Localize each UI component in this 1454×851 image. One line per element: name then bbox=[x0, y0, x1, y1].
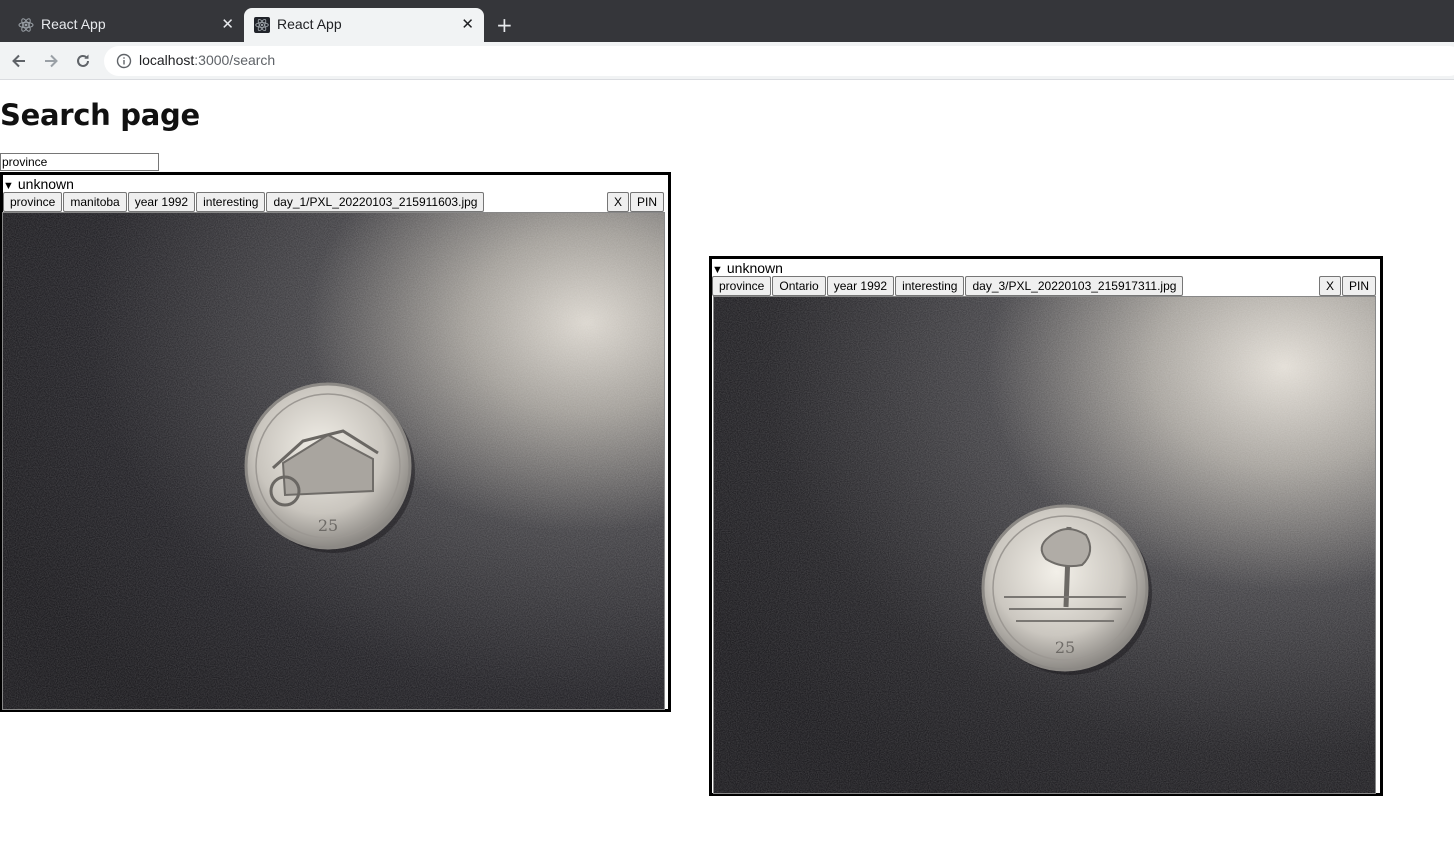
react-icon bbox=[254, 17, 270, 33]
tag-button[interactable]: interesting bbox=[196, 192, 266, 212]
result-card: ▼ unknown province manitoba year 1992 int… bbox=[0, 172, 671, 712]
address-bar[interactable]: localhost:3000/search bbox=[104, 46, 1454, 76]
card-summary-toggle[interactable]: ▼ unknown bbox=[712, 260, 783, 276]
svg-text:25: 25 bbox=[318, 516, 338, 535]
coin-photo: 25 bbox=[713, 296, 1376, 794]
disclosure-triangle-icon: ▼ bbox=[3, 180, 14, 192]
new-tab-icon[interactable]: + bbox=[496, 14, 513, 36]
url-host: localhost bbox=[139, 52, 195, 68]
browser-toolbar: localhost:3000/search bbox=[0, 42, 1454, 80]
pin-button[interactable]: PIN bbox=[1341, 276, 1376, 296]
page-title: Search page bbox=[0, 98, 200, 132]
close-tab-icon[interactable]: ✕ bbox=[461, 15, 474, 33]
tag-button[interactable]: manitoba bbox=[63, 192, 127, 212]
tag-button[interactable]: Ontario bbox=[772, 276, 826, 296]
tag-list: province Ontario year 1992 interesting d… bbox=[712, 276, 1184, 296]
close-tab-icon[interactable]: ✕ bbox=[221, 15, 234, 33]
remove-button[interactable]: X bbox=[606, 192, 629, 212]
remove-button[interactable]: X bbox=[1318, 276, 1341, 296]
react-icon bbox=[18, 17, 34, 33]
tab-title: React App bbox=[41, 16, 106, 32]
coin-photo: 25 bbox=[2, 212, 665, 710]
result-card: ▼ unknown province Ontario year 1992 inte… bbox=[709, 256, 1383, 796]
disclosure-triangle-icon: ▼ bbox=[712, 264, 723, 276]
card-summary-label: unknown bbox=[726, 260, 783, 276]
site-info-icon[interactable] bbox=[116, 53, 132, 69]
url-path: :3000/search bbox=[194, 52, 276, 68]
tag-button[interactable]: province bbox=[712, 276, 772, 296]
card-summary-toggle[interactable]: ▼ unknown bbox=[3, 176, 74, 192]
search-input[interactable] bbox=[0, 153, 159, 171]
pin-button[interactable]: PIN bbox=[629, 192, 664, 212]
tab-title: React App bbox=[277, 16, 342, 32]
tag-button[interactable]: year 1992 bbox=[826, 276, 895, 296]
reload-icon[interactable] bbox=[73, 51, 93, 71]
browser-tab-1[interactable]: React App ✕ bbox=[8, 8, 244, 42]
tag-list: province manitoba year 1992 interesting … bbox=[3, 192, 485, 212]
browser-tabstrip: React App ✕ React App ✕ + bbox=[0, 0, 1454, 42]
url-text: localhost:3000/search bbox=[139, 52, 275, 68]
card-actions: X PIN bbox=[1318, 276, 1377, 296]
tag-button[interactable]: province bbox=[3, 192, 63, 212]
card-summary-label: unknown bbox=[17, 176, 74, 192]
back-icon[interactable] bbox=[9, 51, 29, 71]
tag-button[interactable]: year 1992 bbox=[127, 192, 196, 212]
card-actions: X PIN bbox=[606, 192, 665, 212]
tag-button[interactable]: day_1/PXL_20220103_215911603.jpg bbox=[266, 192, 485, 212]
forward-icon[interactable] bbox=[41, 51, 61, 71]
tag-button[interactable]: interesting bbox=[895, 276, 965, 296]
svg-text:25: 25 bbox=[1055, 638, 1075, 657]
tag-button[interactable]: day_3/PXL_20220103_215917311.jpg bbox=[965, 276, 1184, 296]
browser-tab-2[interactable]: React App ✕ bbox=[244, 8, 484, 42]
